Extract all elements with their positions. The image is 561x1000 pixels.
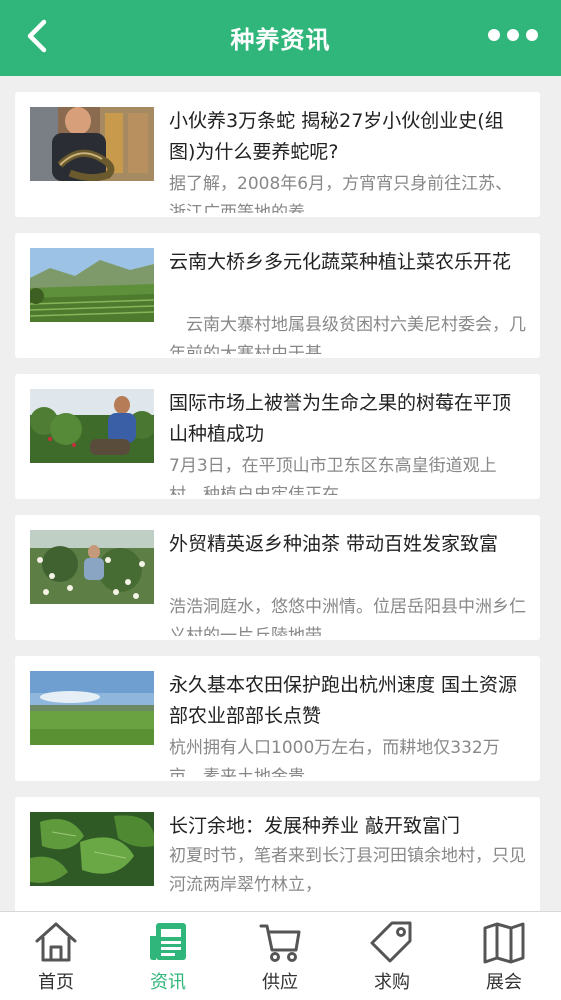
- thumbnail-farmer-raspberry-bush: [30, 389, 154, 463]
- news-card[interactable]: 长汀余地：发展种养业 敲开致富门 初夏时节，笔者来到长汀县河田镇余地村，只见河流…: [15, 797, 540, 922]
- article-title[interactable]: 国际市场上被誉为生命之果的树莓在平顶山种植成功: [169, 388, 529, 450]
- news-card[interactable]: 外贸精英返乡种油茶 带动百姓发家致富 浩浩洞庭水，悠悠中洲情。位居岳阳县中洲乡仁…: [15, 515, 540, 640]
- tab-expo[interactable]: 展会: [448, 912, 560, 1000]
- thumbnail-green-farmland: [30, 671, 154, 745]
- bottom-tab-bar: 首页 资讯 供应 求购 展会: [0, 911, 561, 1000]
- article-title[interactable]: 长汀余地：发展种养业 敲开致富门: [169, 811, 529, 842]
- map-icon: [483, 922, 525, 964]
- page-title: 种养资讯: [230, 26, 331, 54]
- thumbnail-mountain-vegetable-field: [30, 248, 154, 322]
- news-card[interactable]: 云南大桥乡多元化蔬菜种植让菜农乐开花 云南大寨村地属县级贫困村六美尼村委会，几年…: [15, 233, 540, 358]
- thumbnail-taro-leaves: [30, 812, 154, 886]
- tab-supply[interactable]: 供应: [224, 912, 336, 1000]
- article-summary: 浩浩洞庭水，悠悠中洲情。位居岳阳县中洲乡仁义村的一片丘陵地带: [169, 597, 526, 636]
- more-dots-icon[interactable]: [487, 28, 539, 42]
- tab-purchase[interactable]: 求购: [336, 912, 448, 1000]
- tag-icon: [370, 921, 412, 963]
- news-card[interactable]: 国际市场上被誉为生命之果的树莓在平顶山种植成功 7月3日，在平顶山市卫东区东高皇…: [15, 374, 540, 499]
- article-title[interactable]: 永久基本农田保护跑出杭州速度 国土资源部农业部部长点赞: [169, 670, 529, 732]
- article-summary: 云南大寨村地属县级贫困村六美尼村委会，几年前的大寨村由于基: [169, 315, 526, 354]
- tab-news[interactable]: 资讯: [112, 912, 224, 1000]
- home-icon: [35, 922, 77, 962]
- article-title[interactable]: 外贸精英返乡种油茶 带动百姓发家致富: [169, 529, 529, 560]
- article-title[interactable]: 云南大桥乡多元化蔬菜种植让菜农乐开花: [169, 247, 529, 278]
- news-card[interactable]: 小伙养3万条蛇 揭秘27岁小伙创业史(组图)为什么要养蛇呢? 据了解，2008年…: [15, 92, 540, 217]
- news-icon: [150, 923, 186, 960]
- thumbnail-man-with-snake: [30, 107, 154, 181]
- article-title[interactable]: 小伙养3万条蛇 揭秘27岁小伙创业史(组图)为什么要养蛇呢?: [169, 106, 529, 168]
- article-summary: 据了解，2008年6月，方宵宵只身前往江苏、浙江广西等地的养: [169, 174, 513, 213]
- tab-label: 展会: [486, 972, 522, 993]
- app-header: 种养资讯: [0, 0, 561, 76]
- tab-label: 资讯: [150, 972, 186, 993]
- article-summary: 初夏时节，笔者来到长汀县河田镇余地村，只见河流两岸翠竹林立，: [169, 846, 526, 895]
- tab-label: 供应: [262, 972, 298, 993]
- thumbnail-camellia-flowers: [30, 530, 154, 604]
- article-summary: 杭州拥有人口1000万左右，而耕地仅332万亩，素来土地金贵: [169, 738, 500, 777]
- article-summary: 7月3日，在平顶山市卫东区东高皇街道观上村，种植户史宪伟正在: [169, 456, 497, 495]
- tab-label: 首页: [38, 972, 74, 993]
- cart-icon: [259, 924, 301, 962]
- tab-home[interactable]: 首页: [0, 912, 112, 1000]
- tab-label: 求购: [374, 972, 410, 993]
- news-card[interactable]: 永久基本农田保护跑出杭州速度 国土资源部农业部部长点赞 杭州拥有人口1000万左…: [15, 656, 540, 781]
